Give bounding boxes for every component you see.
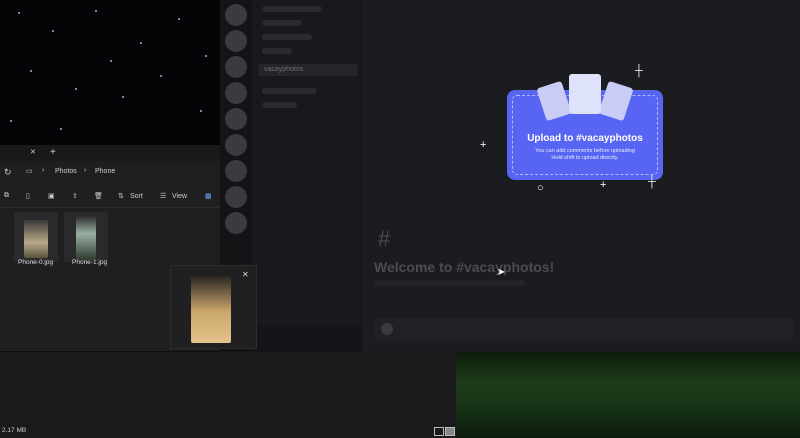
close-icon[interactable]: ✕: [242, 270, 249, 279]
address-bar[interactable]: ↻ ▭ › Photos › Phone: [0, 162, 220, 182]
server-icon[interactable]: [225, 108, 247, 130]
upload-hint: Hold shift to upload directly.: [551, 155, 619, 161]
server-icon[interactable]: [225, 82, 247, 104]
upload-title: Upload to #vacayphotos: [527, 133, 643, 144]
chevron-right-icon: ›: [84, 167, 87, 174]
rename-icon[interactable]: ▣: [48, 192, 55, 200]
mouse-cursor-icon: ➤: [497, 267, 506, 278]
drag-preview-image: [191, 273, 231, 343]
welcome-heading: Welcome to #vacayphotos!: [374, 259, 555, 275]
details-view-icon[interactable]: [434, 427, 444, 436]
paste-icon[interactable]: ▯: [26, 192, 30, 200]
share-icon[interactable]: ⇪: [72, 192, 78, 200]
sparkle-icon: +: [600, 179, 607, 191]
delete-icon[interactable]: 🗑: [94, 192, 103, 200]
sort-button[interactable]: Sort: [130, 193, 143, 200]
upload-hint: You can add comments before uploading: [535, 148, 635, 154]
welcome-subtitle: [374, 280, 524, 286]
new-tab-icon[interactable]: +: [50, 147, 56, 158]
filter-icon[interactable]: ▦: [205, 192, 212, 200]
computer-icon: ▭: [26, 168, 33, 175]
server-icon[interactable]: [225, 134, 247, 156]
breadcrumb-phone[interactable]: Phone: [95, 168, 115, 175]
explorer-tab-bar: ✕ +: [0, 145, 220, 161]
user-panel: [252, 326, 362, 352]
server-icon[interactable]: [225, 212, 247, 234]
explorer-status-bar: [0, 352, 456, 438]
sparkle-icon: ┼: [648, 176, 656, 188]
view-icon: ☰: [160, 193, 167, 200]
sparkle-icon: +: [480, 139, 487, 151]
view-button[interactable]: View: [172, 193, 187, 200]
message-composer[interactable]: [374, 318, 794, 340]
file-name[interactable]: Phone-1.jpg: [72, 259, 107, 266]
file-thumbnail[interactable]: [14, 212, 58, 262]
sparkle-icon: ┼: [635, 65, 643, 77]
close-tab-icon[interactable]: ✕: [30, 148, 36, 156]
server-icon[interactable]: [225, 186, 247, 208]
server-icon[interactable]: [225, 30, 247, 52]
explorer-toolbar: ⧉ ▯ ▣ ⇪ 🗑 ⇅ Sort ☰ View ▦: [0, 185, 220, 208]
file-name[interactable]: Phone-0.jpg: [18, 259, 53, 266]
upload-dropzone[interactable]: Upload to #vacayphotos You can add comme…: [507, 74, 663, 180]
hash-icon: #: [378, 226, 391, 251]
add-attachment-icon[interactable]: [381, 323, 393, 335]
file-thumbnail[interactable]: [64, 212, 108, 262]
selection-size: 2.17 MB: [2, 427, 27, 434]
image-file-icon: [569, 74, 601, 114]
breadcrumb-photos[interactable]: Photos: [55, 168, 77, 175]
server-icon[interactable]: [225, 56, 247, 78]
refresh-icon[interactable]: ↻: [4, 167, 12, 178]
copy-icon[interactable]: ⧉: [4, 192, 9, 200]
tiles-view-icon[interactable]: [445, 427, 455, 436]
server-icon[interactable]: [225, 160, 247, 182]
desktop-wallpaper: [0, 0, 220, 145]
channel-list: [252, 0, 362, 352]
channel-item-vacayphotos[interactable]: vacayphotos: [258, 64, 358, 76]
desktop-wallpaper-grass: [456, 352, 800, 438]
chevron-right-icon: ›: [42, 167, 45, 174]
server-icon[interactable]: [225, 4, 247, 26]
sort-icon: ⇅: [118, 193, 124, 200]
sparkle-icon: ○: [537, 182, 544, 194]
